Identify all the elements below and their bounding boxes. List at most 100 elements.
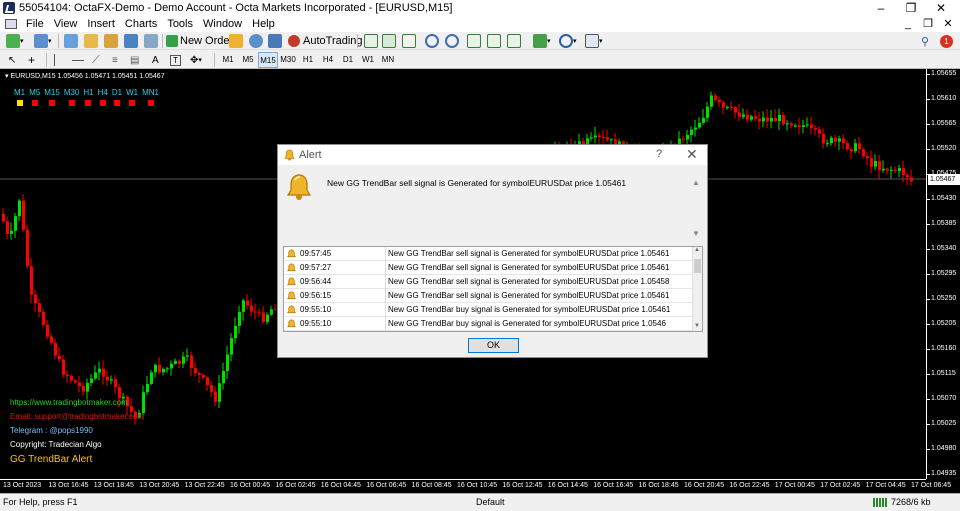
periods-button[interactable]: ▾ — [559, 33, 577, 49]
alert-row[interactable]: 09:57:27 New GG TrendBar sell signal is G… — [284, 261, 692, 275]
alert-row[interactable]: 09:56:15 New GG TrendBar sell signal is G… — [284, 289, 692, 303]
minimize-button[interactable]: – — [866, 0, 896, 16]
horizontal-line-icon — [72, 59, 84, 61]
alert-history-list[interactable]: 09:55:10 New GG TrendBar buy signal is Ge… — [283, 246, 703, 332]
channel-tool[interactable]: ≡ — [112, 52, 118, 68]
candle-body — [698, 122, 701, 128]
bar-chart-button[interactable] — [364, 33, 378, 49]
alert-help-button[interactable]: ? — [656, 148, 662, 160]
community-button[interactable] — [249, 33, 263, 49]
menu-help[interactable]: Help — [247, 18, 280, 30]
terminal-button[interactable] — [124, 33, 138, 49]
alert-row[interactable]: 09:56:44 New GG TrendBar sell signal is G… — [284, 275, 692, 289]
tf-mn[interactable]: MN — [378, 52, 398, 68]
profiles-button[interactable]: ▾ — [34, 33, 52, 49]
line-chart-button[interactable] — [402, 33, 416, 49]
candle-body — [50, 336, 53, 343]
bell-icon — [287, 249, 296, 258]
tf-indicator-w1: W1 — [126, 88, 138, 106]
time-axis[interactable]: 13 Oct 2023 13 Oct 16:45 13 Oct 18:45 13 Oc… — [0, 479, 951, 493]
price-axis[interactable]: 1.056551.056101.055651.055201.054751.054… — [926, 69, 960, 479]
chart-restore-button[interactable]: ❐ — [918, 16, 938, 32]
tf-d1[interactable]: D1 — [338, 52, 358, 68]
candlestick-button[interactable] — [382, 33, 396, 49]
zoom-in-button[interactable] — [425, 33, 439, 49]
channel-icon: ≡ — [112, 54, 118, 66]
chart-minimize-button[interactable]: _ — [898, 16, 918, 32]
tf-indicator-label: M15 — [44, 88, 60, 97]
connection-bars-icon — [873, 498, 887, 507]
scrollbar-thumb[interactable] — [694, 259, 701, 273]
tf-h1[interactable]: H1 — [298, 52, 318, 68]
alert-row[interactable]: 09:57:45 New GG TrendBar sell signal is G… — [284, 247, 692, 261]
chart-close-button[interactable]: ✕ — [938, 16, 958, 32]
candle-body — [762, 117, 765, 122]
search-button[interactable]: ⚲ — [921, 33, 929, 49]
auto-scroll-button[interactable] — [487, 33, 501, 49]
candle-body — [58, 355, 61, 360]
horizontal-line-tool[interactable] — [72, 52, 84, 68]
ok-button[interactable]: OK — [468, 338, 519, 353]
scroll-up-icon[interactable]: ▲ — [694, 247, 700, 253]
templates-button[interactable]: ▾ — [585, 33, 603, 49]
metaeditor-button[interactable] — [229, 33, 243, 49]
alert-row-text: New GG TrendBar buy signal is Generated … — [388, 305, 671, 314]
alert-row-text: New GG TrendBar sell signal is Generated… — [388, 291, 670, 300]
trendline-icon: ⟋ — [92, 53, 100, 66]
candle-body — [62, 359, 65, 375]
candle-body — [794, 125, 797, 127]
message-scroll-down-icon[interactable]: ▼ — [692, 229, 700, 238]
cursor-tool[interactable]: ↖ — [8, 52, 16, 68]
scroll-down-icon[interactable]: ▼ — [694, 323, 700, 329]
menu-file[interactable]: File — [21, 18, 49, 30]
tf-m30[interactable]: M30 — [278, 52, 298, 68]
indicators-button[interactable]: ▾ — [533, 33, 551, 49]
candle-body — [834, 137, 837, 142]
tile-windows-button[interactable] — [467, 33, 481, 49]
new-chart-button[interactable]: ▾ — [6, 33, 24, 49]
signals-button[interactable] — [268, 33, 282, 49]
zoom-out-button[interactable] — [445, 33, 459, 49]
chart-shift-button[interactable] — [507, 33, 521, 49]
vertical-line-tool[interactable] — [54, 52, 55, 68]
crosshair-tool[interactable]: + — [28, 52, 35, 68]
market-watch-button[interactable] — [64, 33, 78, 49]
arrows-tool[interactable]: ✥ ▾ — [190, 52, 202, 68]
menu-insert[interactable]: Insert — [82, 18, 120, 30]
tf-m1[interactable]: M1 — [218, 52, 238, 68]
community-icon — [249, 34, 263, 48]
restore-button[interactable]: ❐ — [896, 0, 926, 16]
symbol-info: ▾ EURUSD,M15 1.05456 1.05471 1.05451 1.0… — [5, 73, 165, 80]
trendline-tool[interactable]: ⟋ — [92, 52, 100, 68]
menu-charts[interactable]: Charts — [120, 18, 162, 30]
new-order-button[interactable]: New Order — [166, 33, 233, 49]
text-icon: A — [152, 54, 159, 66]
tf-m5[interactable]: M5 — [238, 52, 258, 68]
candle-body — [850, 149, 853, 152]
autotrading-button[interactable]: AutoTrading — [288, 33, 363, 49]
alert-row[interactable]: 09:55:10 New GG TrendBar buy signal is Ge… — [284, 317, 692, 331]
menu-window[interactable]: Window — [198, 18, 247, 30]
text-label-tool[interactable]: T — [170, 52, 181, 68]
chart-window-icon[interactable] — [3, 17, 19, 31]
tf-indicator-square — [49, 100, 56, 106]
navigator-button[interactable] — [104, 33, 118, 49]
menu-tools[interactable]: Tools — [162, 18, 198, 30]
fibonacci-tool[interactable]: ▤ — [130, 52, 139, 68]
price-tick — [927, 74, 930, 75]
text-tool[interactable]: A — [152, 52, 159, 68]
tf-m15[interactable]: M15 — [258, 52, 278, 68]
alert-row[interactable]: 09:55:10 New GG TrendBar buy signal is Ge… — [284, 303, 692, 317]
menu-view[interactable]: View — [49, 18, 83, 30]
tf-indicator-label: M5 — [29, 88, 41, 97]
close-button[interactable]: ✕ — [926, 0, 956, 16]
notifications-button[interactable]: 1 — [940, 33, 953, 49]
alert-bell-icon — [286, 174, 312, 200]
strategy-tester-button[interactable] — [144, 33, 158, 49]
list-scrollbar[interactable]: ▲ ▼ — [692, 247, 702, 331]
tf-w1[interactable]: W1 — [358, 52, 378, 68]
message-scroll-up-icon[interactable]: ▲ — [692, 178, 700, 187]
data-window-button[interactable] — [84, 33, 98, 49]
alert-close-button[interactable]: ✕ — [686, 146, 698, 163]
tf-h4[interactable]: H4 — [318, 52, 338, 68]
